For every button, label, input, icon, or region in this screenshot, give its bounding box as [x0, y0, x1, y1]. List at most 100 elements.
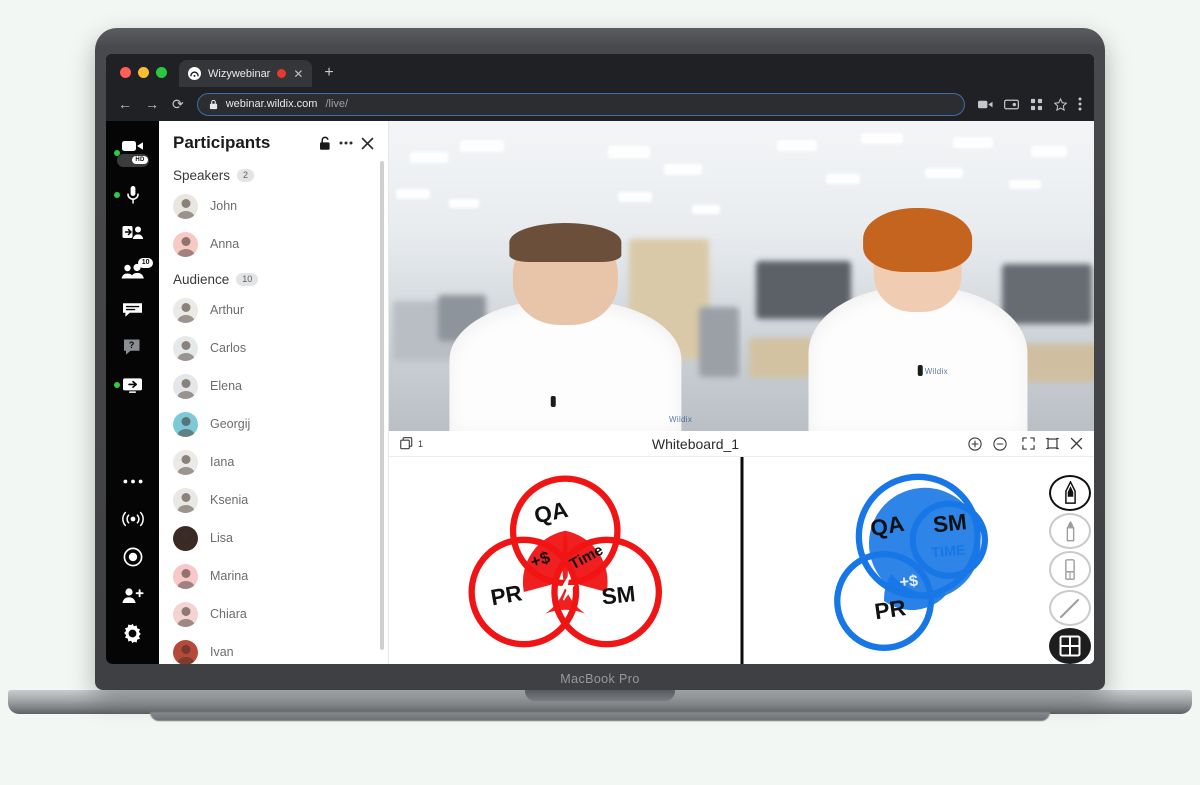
rail-item-camera-toggle[interactable]: HD	[106, 129, 159, 176]
list-item[interactable]: John	[173, 187, 374, 225]
microphone-icon	[126, 185, 140, 205]
rail-item-chat-panel[interactable]	[106, 290, 159, 328]
avatar	[173, 449, 198, 475]
participants-scrollbar[interactable]	[380, 161, 384, 650]
svg-text:?: ?	[129, 340, 135, 350]
group-count-badge: 10	[236, 272, 259, 287]
rail-item-microphone-toggle[interactable]	[106, 176, 159, 214]
window-controls[interactable]	[118, 67, 179, 87]
group-header-audience: Audience 10	[173, 272, 374, 287]
rail-item-screen-share[interactable]	[106, 366, 159, 404]
list-item[interactable]: Iana	[173, 443, 374, 481]
reload-icon[interactable]: ⟳	[172, 97, 184, 111]
rail-item-more-options[interactable]	[106, 462, 159, 500]
line-tool[interactable]	[1049, 589, 1091, 626]
svg-text:QA: QA	[532, 497, 570, 528]
close-icon[interactable]: ✕	[293, 68, 303, 80]
rail-item-settings[interactable]	[106, 614, 159, 652]
video-grid: Wildix Wildix	[389, 121, 1094, 431]
gear-icon	[122, 623, 143, 644]
arrow-right-icon[interactable]: →	[145, 97, 159, 111]
whiteboard-pages[interactable]: 1	[400, 437, 423, 450]
arrow-left-icon[interactable]: ←	[118, 97, 132, 111]
participants-list[interactable]: Speakers 2 John Anna Audience 10 Arthur …	[159, 159, 388, 664]
participant-name: Arthur	[210, 303, 245, 317]
lock-icon	[209, 99, 218, 110]
svg-text:SM: SM	[931, 509, 967, 537]
speaker-tile-john[interactable]: Wildix	[389, 121, 742, 431]
rail-item-record[interactable]	[106, 538, 159, 576]
browser-toolbar-icons	[978, 97, 1082, 111]
participant-name: Anna	[210, 237, 240, 251]
close-icon[interactable]	[1070, 437, 1083, 450]
whiteboard-drawing-right: QA SM TIME PR +$	[742, 457, 1095, 664]
list-item[interactable]: Anna	[173, 225, 374, 263]
list-item[interactable]: Chiara	[173, 595, 374, 633]
group-label: Speakers	[173, 168, 231, 183]
screen-share-icon[interactable]	[1004, 99, 1019, 110]
minimize-window-button[interactable]	[138, 67, 149, 78]
zoom-out-icon[interactable]	[993, 436, 1007, 451]
kebab-menu-icon[interactable]	[1078, 97, 1082, 111]
camera-icon[interactable]	[978, 99, 993, 110]
avatar	[173, 335, 198, 361]
recording-dot-icon	[277, 69, 287, 78]
grid-tool[interactable]	[1049, 627, 1091, 664]
ellipsis-icon[interactable]	[339, 141, 353, 145]
list-item[interactable]: Carlos	[173, 329, 374, 367]
device-label: MacBook Pro	[560, 672, 640, 686]
list-item[interactable]: Arthur	[173, 291, 374, 329]
avatar	[173, 231, 198, 257]
screenshare-status-dot	[114, 382, 120, 388]
speaker-tile-anna[interactable]: Wildix	[741, 121, 1095, 431]
list-item[interactable]: Ksenia	[173, 481, 374, 519]
rail-item-participants-panel[interactable]: 10	[106, 252, 159, 290]
group-label: Audience	[173, 272, 230, 287]
presenter-figure: Wildix	[742, 183, 1095, 431]
group-header-speakers: Speakers 2	[173, 168, 374, 183]
group-count-badge: 2	[237, 168, 255, 183]
whiteboard-toolbar: 1 Whiteboard_1	[389, 431, 1094, 457]
rail-item-add-user[interactable]	[106, 576, 159, 614]
star-icon[interactable]	[1054, 97, 1067, 111]
video-camera-icon	[121, 139, 144, 153]
browser-tab[interactable]: Wizywebinar ✕	[179, 60, 313, 87]
rail-item-invite-participant[interactable]	[106, 214, 159, 252]
whiteboard-drawing-left: QA PR SM +$ Time	[389, 457, 742, 664]
list-item[interactable]: Georgij	[173, 405, 374, 443]
fit-screen-icon[interactable]	[1046, 437, 1059, 450]
pages-icon	[400, 437, 413, 450]
new-tab-button[interactable]: +	[312, 64, 345, 87]
maximize-window-button[interactable]	[156, 67, 167, 78]
unlocked-padlock-icon[interactable]	[319, 136, 331, 151]
browser-window: Wizywebinar ✕ + ← → ⟳ webinar.wildix.com	[106, 54, 1094, 664]
eraser-tool[interactable]	[1049, 551, 1091, 588]
page-title: Participants	[173, 133, 271, 152]
list-item[interactable]: Ivan	[173, 633, 374, 664]
address-bar[interactable]: webinar.wildix.com /live/	[196, 92, 965, 116]
close-window-button[interactable]	[120, 67, 131, 78]
list-item[interactable]: Elena	[173, 367, 374, 405]
extensions-grid-icon[interactable]	[1030, 98, 1043, 111]
whiteboard-canvas[interactable]: QA PR SM +$ Time QA SM TIME PR +$	[389, 457, 1094, 664]
close-icon[interactable]	[361, 137, 374, 150]
list-item[interactable]: Marina	[173, 557, 374, 595]
hd-quality-toggle[interactable]: HD	[116, 153, 149, 167]
zoom-in-icon[interactable]	[968, 436, 982, 451]
avatar	[173, 193, 198, 219]
marker-tool[interactable]	[1049, 513, 1091, 550]
rail-item-broadcast[interactable]	[106, 500, 159, 538]
pen-tool[interactable]	[1049, 475, 1091, 512]
screenshot-stage: Wizywebinar ✕ + ← → ⟳ webinar.wildix.com	[0, 0, 1200, 785]
camera-status-dot	[114, 149, 120, 156]
hd-label: HD	[132, 156, 148, 164]
laptop-base	[8, 690, 1192, 714]
fullscreen-icon[interactable]	[1022, 437, 1035, 450]
avatar	[173, 411, 198, 437]
svg-text:PR: PR	[872, 595, 906, 624]
list-item[interactable]: Lisa	[173, 519, 374, 557]
stage-content: Wildix Wildix 1 Whiteboard_1 QA PR SM +$…	[389, 121, 1094, 664]
laptop-lid: Wizywebinar ✕ + ← → ⟳ webinar.wildix.com	[95, 28, 1105, 690]
ellipsis-icon	[123, 479, 143, 484]
rail-item-qa-panel[interactable]: ?	[106, 328, 159, 366]
